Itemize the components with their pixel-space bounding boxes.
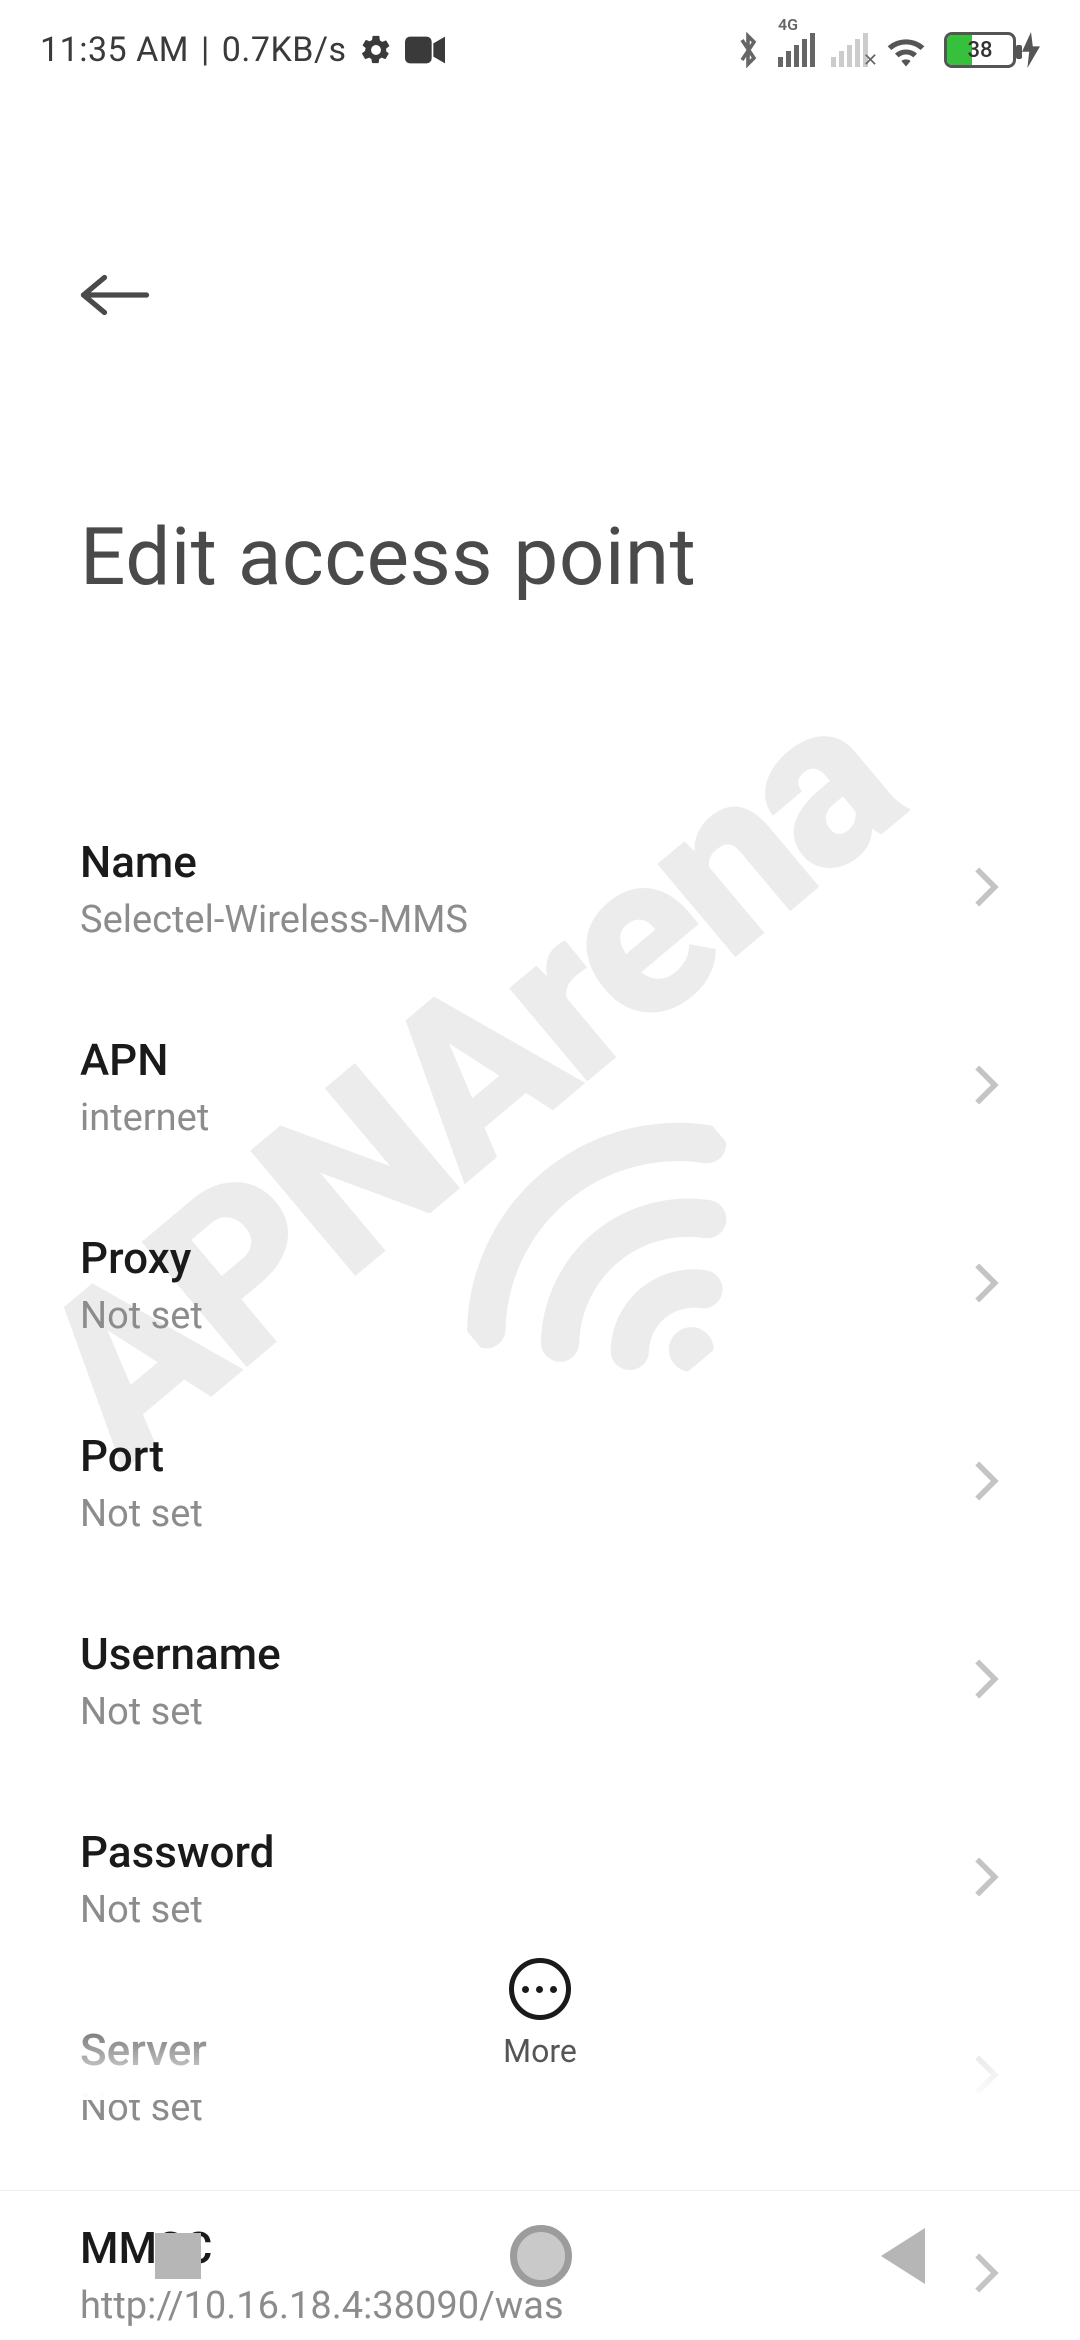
status-data-rate: 0.7KB/s bbox=[222, 30, 347, 70]
row-label: APN bbox=[80, 1034, 1000, 1086]
row-username[interactable]: Username Not set bbox=[0, 1582, 1080, 1780]
row-value: Not set bbox=[80, 2086, 1000, 2130]
camera-icon bbox=[405, 35, 445, 65]
arrow-left-icon bbox=[80, 270, 150, 320]
chevron-right-icon bbox=[972, 1261, 1000, 1309]
row-value: Selectel-Wireless-MMS bbox=[80, 898, 1000, 942]
chevron-right-icon bbox=[972, 1657, 1000, 1705]
signal-4g-icon: 4G bbox=[778, 33, 815, 67]
row-value: Not set bbox=[80, 1888, 1000, 1932]
row-apn[interactable]: APN internet bbox=[0, 988, 1080, 1186]
row-password[interactable]: Password Not set bbox=[0, 1780, 1080, 1978]
row-port[interactable]: Port Not set bbox=[0, 1384, 1080, 1582]
row-label: Username bbox=[80, 1628, 1000, 1680]
signal-no-sim-icon: ✕ bbox=[831, 33, 868, 67]
nav-recents-button[interactable] bbox=[155, 2233, 201, 2279]
row-label: Proxy bbox=[80, 1232, 1000, 1284]
more-button[interactable]: More bbox=[503, 1958, 577, 2070]
more-label: More bbox=[503, 2032, 577, 2070]
charging-icon bbox=[1022, 32, 1040, 68]
status-bar: 11:35 AM | 0.7KB/s 4G ✕ bbox=[0, 0, 1080, 100]
row-value: Not set bbox=[80, 1294, 1000, 1338]
chevron-right-icon bbox=[972, 1855, 1000, 1903]
system-navbar bbox=[0, 2190, 1080, 2340]
more-icon bbox=[509, 1958, 571, 2020]
wifi-icon bbox=[884, 33, 928, 67]
row-value: Not set bbox=[80, 1492, 1000, 1536]
status-sep: | bbox=[201, 30, 210, 70]
settings-list: Name Selectel-Wireless-MMS APN internet … bbox=[0, 790, 1080, 2340]
nav-home-button[interactable] bbox=[510, 2225, 572, 2287]
chevron-right-icon bbox=[972, 865, 1000, 913]
page-title: Edit access point bbox=[80, 510, 696, 604]
row-label: Name bbox=[80, 836, 1000, 888]
row-value: internet bbox=[80, 1096, 1000, 1140]
nav-back-button[interactable] bbox=[881, 2228, 925, 2284]
row-value: Not set bbox=[80, 1690, 1000, 1734]
back-button[interactable] bbox=[80, 270, 150, 320]
chevron-right-icon bbox=[972, 1459, 1000, 1507]
battery-indicator: 38 bbox=[944, 32, 1040, 68]
row-label: Password bbox=[80, 1826, 1000, 1878]
row-name[interactable]: Name Selectel-Wireless-MMS bbox=[0, 790, 1080, 988]
row-label: Port bbox=[80, 1430, 1000, 1482]
bluetooth-icon bbox=[734, 30, 762, 70]
status-time: 11:35 AM bbox=[40, 30, 189, 70]
chevron-right-icon bbox=[972, 1063, 1000, 1111]
row-proxy[interactable]: Proxy Not set bbox=[0, 1186, 1080, 1384]
gear-icon bbox=[359, 33, 393, 67]
